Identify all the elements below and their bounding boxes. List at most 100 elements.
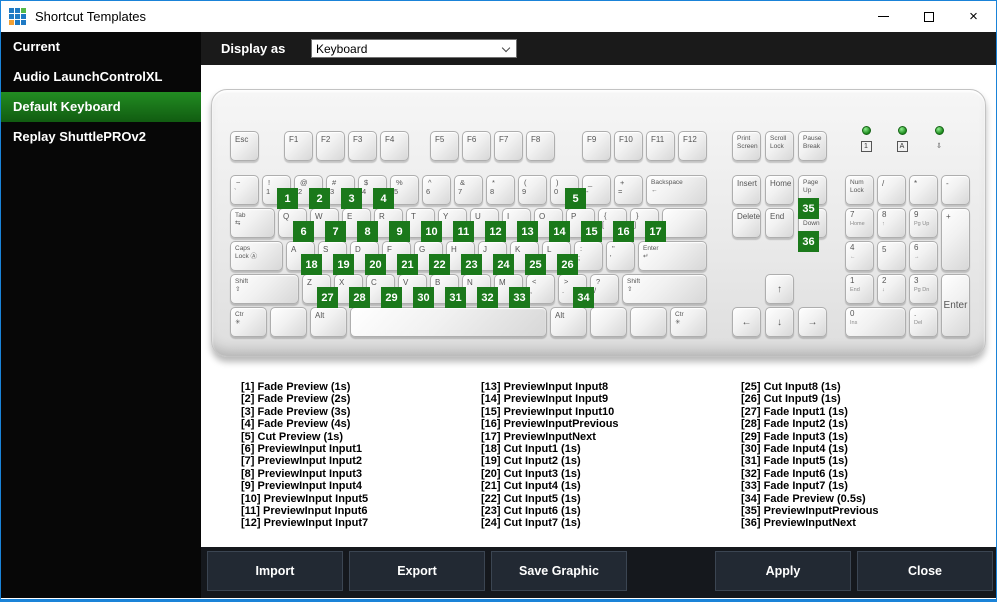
key-label: A [291, 245, 297, 254]
sidebar: Current Audio LaunchControlXL Default Keyb… [1, 32, 201, 598]
key-tab: Tab ⇆ [230, 208, 275, 238]
legend-entry: [19] Cut Input2 (1s) [481, 455, 581, 468]
key-label: Alt [555, 311, 565, 320]
shortcut-badge-28: 28 [349, 287, 370, 308]
key-label: > [564, 277, 569, 286]
key-label: $ [364, 178, 369, 187]
key-label: F1 [289, 135, 299, 144]
key-np-7: 7 Home [845, 208, 874, 238]
legend-entry: [30] Fade Input4 (1s) [741, 442, 848, 455]
legend-entry: [13] PreviewInput Input8 [481, 381, 609, 393]
app-icon-cell [21, 8, 26, 13]
key-alt-right: Alt [550, 307, 587, 337]
display-as-select[interactable]: Keyboard [311, 39, 517, 58]
export-button[interactable]: Export [349, 551, 485, 591]
key-quote: " ' [606, 241, 635, 271]
key-ctrl-right: Ctr ✳ [670, 307, 707, 337]
app-icon-cell [9, 14, 14, 19]
key-np-1: 1 End [845, 274, 874, 304]
shortcut-badge-12: 12 [485, 221, 506, 242]
key-label: ⇧ [235, 285, 241, 293]
apply-button[interactable]: Apply [715, 551, 851, 591]
key-label: Y [443, 212, 449, 221]
key-f1: F1 [284, 131, 313, 161]
key-esc: Esc [230, 131, 259, 161]
legend-entry: [10] PreviewInput Input5 [241, 492, 369, 505]
key-label: F12 [683, 135, 697, 144]
key-label: 6 [914, 243, 919, 252]
key-arrow-up: ↑ [765, 274, 794, 304]
shortcut-badge-6: 6 [293, 221, 314, 242]
key-delete: Delete [732, 208, 761, 238]
key-semicolon: :; [574, 241, 603, 271]
key-label: 9 [914, 210, 919, 219]
key-label: K [515, 245, 521, 254]
key-label: End [850, 287, 860, 293]
app-icon-cell [9, 8, 14, 13]
shortcut-badge-27: 27 [317, 287, 338, 308]
sidebar-item-replay-shuttleprov2[interactable]: Replay ShuttlePROv2 [1, 122, 201, 152]
key-f4: F4 [380, 131, 409, 161]
caps-lock-led-dot [897, 126, 907, 135]
key-label: : [580, 244, 583, 253]
key-np-9: 9 Pg Up [909, 208, 938, 238]
shortcut-badge-31: 31 [445, 287, 466, 308]
key-label: 2 [882, 276, 887, 285]
key-label: Q [283, 212, 290, 221]
key-enter: Enter ↵ [638, 241, 707, 271]
legend-entry: [21] Cut Input4 (1s) [481, 480, 581, 493]
maximize-button[interactable] [906, 1, 951, 32]
legend-entry: [1] Fade Preview (1s) [241, 381, 351, 393]
key-digit-5: % 5 [390, 175, 419, 205]
footer-left: Import Export Save Graphic [207, 551, 627, 591]
key-label: Ctr [675, 311, 684, 318]
key-label: R [379, 212, 385, 221]
key-label: Pg Up [914, 221, 930, 227]
key-label: % [396, 178, 403, 187]
key-label: F7 [499, 135, 509, 144]
key-np-3: 3 Pg Dn [909, 274, 938, 304]
key-grave: ~ ` [230, 175, 259, 205]
shortcut-badge-29: 29 [381, 287, 402, 308]
key-label: ! [268, 178, 271, 187]
key-label: F [387, 245, 392, 254]
sidebar-item-audio-launchcontrolxl[interactable]: Audio LaunchControlXL [1, 62, 201, 92]
shortcut-badge-18: 18 [301, 254, 322, 275]
chevron-down-icon [501, 43, 511, 53]
app-icon [9, 8, 26, 25]
shortcut-badge-34: 34 [573, 287, 594, 308]
close-button[interactable]: Close [857, 551, 993, 591]
key-label: ↵ [643, 252, 649, 260]
key-label: @ [300, 178, 308, 187]
key-label: Home [850, 221, 865, 227]
key-label: / [594, 286, 597, 295]
sidebar-item-default-keyboard[interactable]: Default Keyboard [1, 92, 201, 122]
close-button[interactable]: × [951, 1, 996, 32]
legend-entry: [28] Fade Input2 (1s) [741, 418, 848, 431]
key-slash: ? / [590, 274, 619, 304]
key-label: Break [803, 142, 820, 150]
key-label: 8 [882, 210, 887, 219]
key-label: 7 [850, 210, 855, 219]
import-button[interactable]: Import [207, 551, 343, 591]
legend-entry: [26] Cut Input9 (1s) [741, 393, 841, 406]
shortcut-badge-11: 11 [453, 221, 474, 242]
key-label: F5 [435, 135, 445, 144]
shortcut-badge-30: 30 [413, 287, 434, 308]
key-label: Screen [737, 142, 758, 150]
key-label: H [451, 245, 457, 254]
key-label: Page [803, 179, 819, 186]
num-lock-led-dot [861, 126, 871, 135]
app-icon-cell [21, 14, 26, 19]
key-label: < [532, 277, 537, 286]
key-label: & [460, 178, 466, 187]
key-label: F9 [587, 135, 597, 144]
key-label: , [530, 286, 533, 295]
key-np-6: 6 → [909, 241, 938, 271]
minimize-button[interactable] [861, 1, 906, 32]
key-ctrl-left: Ctr ✳ [230, 307, 267, 337]
sidebar-item-current[interactable]: Current [1, 32, 201, 62]
save-graphic-button[interactable]: Save Graphic [491, 551, 627, 591]
key-np-5: 5 [877, 241, 906, 271]
key-label: F8 [531, 135, 541, 144]
